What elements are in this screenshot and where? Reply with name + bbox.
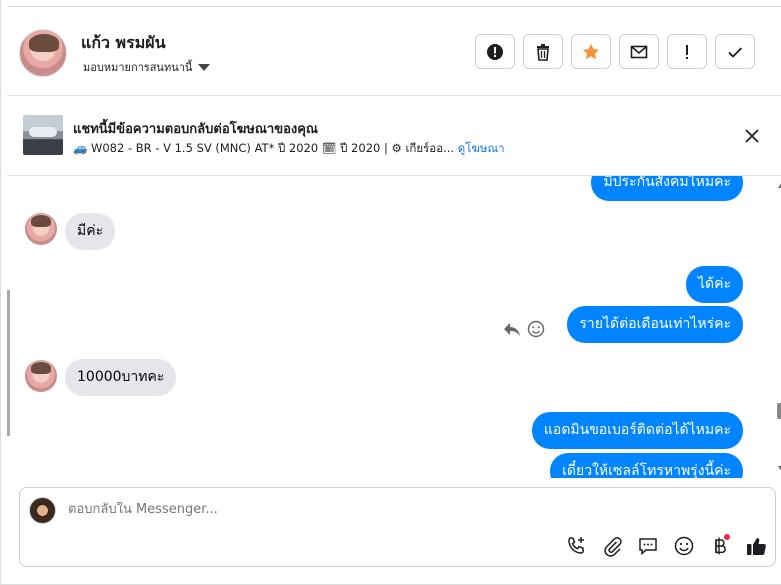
reply-icon[interactable] [503, 321, 521, 337]
delete-button[interactable] [523, 34, 563, 69]
message-list[interactable]: มีประกันสังคมไหมคะ มีค่ะ ได้ค่ะ รายได้ต่… [7, 176, 781, 478]
paperclip-icon [603, 536, 622, 557]
conversation-header: แก้ว พรมผัน มอบหมายการสนทนานี้ [7, 6, 781, 96]
star-button[interactable] [571, 34, 611, 69]
notification-dot [724, 534, 730, 540]
thumbs-up-icon [746, 537, 766, 555]
assign-conversation-dropdown[interactable]: มอบหมายการสนทนานี้ [83, 58, 211, 76]
message-bubble-outgoing[interactable]: ได้ค่ะ [685, 266, 743, 303]
check-icon [728, 46, 743, 58]
saved-replies-button[interactable] [636, 534, 659, 557]
ad-banner-description: 🚙 W082 - BR - V 1.5 SV (MNC) AT* ปี 2020… [73, 140, 505, 158]
exclamation-icon [686, 44, 688, 59]
follow-up-button[interactable] [667, 34, 707, 69]
caret-down-icon [198, 63, 211, 71]
page-avatar [29, 497, 56, 524]
envelope-icon [630, 45, 648, 58]
star-icon [582, 43, 600, 59]
ad-banner-title: แชทนี้มีข้อความตอบกลับต่อโฆษณาของคุณ [73, 122, 318, 137]
emoji-icon [674, 536, 693, 555]
ad-description-text: 🚙 W082 - BR - V 1.5 SV (MNC) AT* ปี 2020… [73, 141, 455, 155]
message-bubble-outgoing[interactable]: เดี๋ยวให้เซลล์โทรหาพรุ่งนี้ค่ะ [550, 453, 743, 478]
ad-reply-banner: แชทนี้มีข้อความตอบกลับต่อโฆษณาของคุณ 🚙 W… [7, 97, 781, 176]
attach-button[interactable] [600, 534, 623, 557]
ad-thumbnail[interactable] [23, 115, 63, 155]
message-bubble-incoming[interactable]: มีค่ะ [65, 213, 116, 250]
contact-name[interactable]: แก้ว พรมผัน [81, 31, 166, 56]
assign-conversation-label: มอบหมายการสนทนานี้ [83, 61, 193, 74]
message-bubble-outgoing[interactable]: แอดมินขอเบอร์ติดต่อได้ไหมคะ [531, 412, 743, 449]
call-button[interactable] [564, 534, 587, 557]
reply-composer [19, 487, 776, 567]
message-hover-tools [503, 320, 545, 338]
message-scrollbar[interactable] [775, 176, 781, 478]
contact-avatar-small [25, 213, 57, 245]
close-icon [745, 129, 759, 143]
message-bubble-outgoing[interactable]: รายได้ต่อเดือนเท่าไหร่คะ [567, 306, 743, 343]
panel-edge-scrollbar [7, 290, 10, 436]
mark-done-button[interactable] [715, 34, 755, 69]
reply-input[interactable] [68, 502, 668, 517]
trash-icon [537, 43, 549, 61]
payment-button[interactable] [708, 534, 731, 557]
mark-unread-button[interactable] [619, 34, 659, 69]
header-actions [475, 34, 755, 69]
contact-avatar[interactable] [19, 29, 67, 77]
messenger-thread-panel: แก้ว พรมผัน มอบหมายการสนทนานี้ แชทนี้มีข… [0, 0, 781, 585]
scrollbar-thumb[interactable] [777, 403, 781, 419]
emoji-button[interactable] [672, 534, 695, 557]
message-bubble-outgoing[interactable]: มีประกันสังคมไหมคะ [591, 176, 743, 201]
emoji-react-icon[interactable] [527, 320, 545, 338]
view-ad-link[interactable]: ดูโฆษณา [458, 141, 505, 155]
mark-spam-button[interactable] [475, 34, 515, 69]
like-button[interactable] [744, 534, 767, 557]
phone-plus-icon [567, 536, 584, 554]
message-bubble-incoming[interactable]: 10000บาทคะ [65, 359, 177, 396]
chat-bubble-icon [638, 537, 657, 555]
composer-toolbar [564, 534, 767, 557]
close-banner-button[interactable] [741, 125, 763, 147]
alert-circle-icon [487, 43, 503, 60]
contact-avatar-small [25, 360, 57, 392]
